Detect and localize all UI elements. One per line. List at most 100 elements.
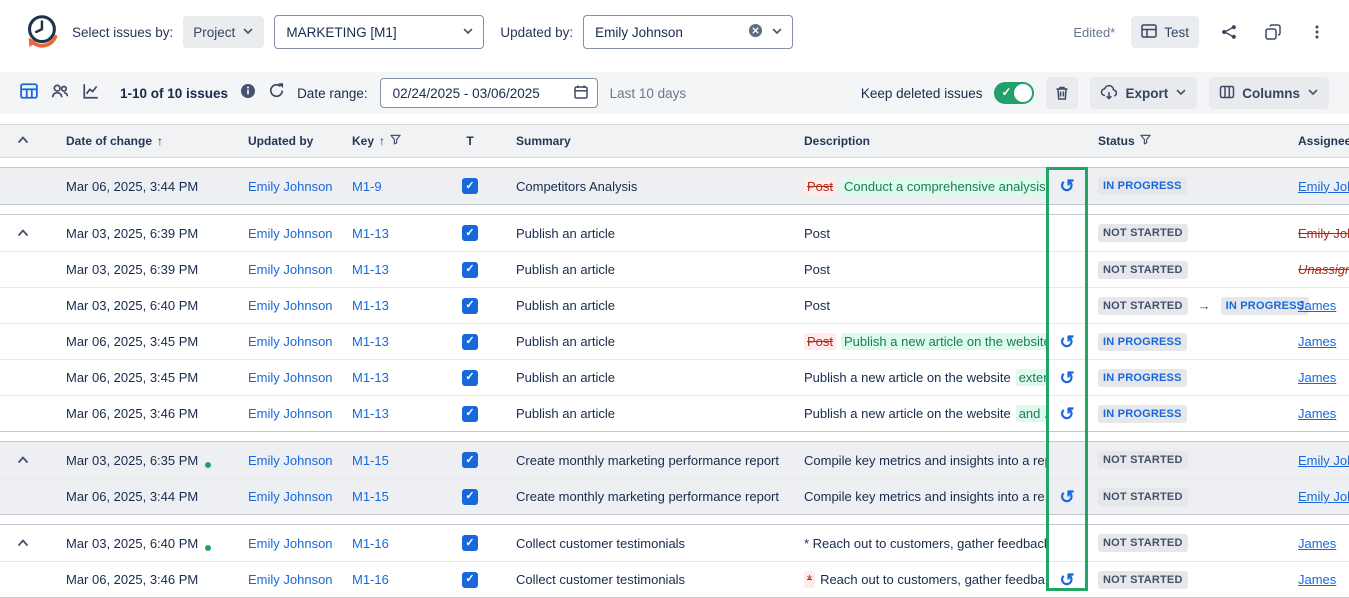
assignee-cell: James	[1284, 572, 1349, 587]
change-date: Mar 06, 2025, 3:45 PM	[66, 370, 198, 385]
chevron-down-icon	[1307, 86, 1319, 101]
change-date: Mar 06, 2025, 3:46 PM	[66, 406, 198, 421]
updated-by-link[interactable]: Emily Johnson	[248, 370, 332, 385]
issue-key-link[interactable]: M1-16	[352, 572, 389, 587]
assignee-value[interactable]: James	[1298, 406, 1336, 421]
updated-by-link[interactable]: Emily Johnson	[248, 179, 332, 194]
change-date: Mar 03, 2025, 6:39 PM	[66, 226, 198, 241]
sort-asc-icon[interactable]: ↑	[157, 134, 163, 148]
row-group: Mar 03, 2025, 6:39 PM Emily Johnson M1-13 ✓…	[0, 214, 1349, 432]
revert-icon[interactable]: ↺	[1059, 177, 1074, 195]
updated-by-link[interactable]: Emily Johnson	[248, 334, 332, 349]
issue-key-link[interactable]: M1-13	[352, 406, 389, 421]
type-cell: ✓	[444, 489, 496, 505]
header-assignee-label: Assignee	[1298, 134, 1349, 148]
status-cell: NOT STARTED	[1088, 488, 1284, 506]
assignee-value[interactable]: Emily Johnson	[1298, 453, 1349, 468]
select-mode-button[interactable]: Project	[183, 16, 264, 48]
collapse-chevron-icon[interactable]	[16, 453, 30, 467]
updated-by-link[interactable]: Emily Johnson	[248, 572, 332, 587]
summary-cell: Collect customer testimonials	[496, 572, 784, 587]
status-badge: IN PROGRESS	[1098, 405, 1187, 423]
summary-cell: Competitors Analysis	[496, 179, 784, 194]
issue-key-link[interactable]: M1-13	[352, 334, 389, 349]
updated-by-link[interactable]: Emily Johnson	[248, 226, 332, 241]
description-segment: Post	[804, 178, 836, 195]
collapse-chevron-icon[interactable]	[16, 226, 30, 240]
revert-icon[interactable]: ↺	[1059, 571, 1074, 589]
issue-key-link[interactable]: M1-15	[352, 489, 389, 504]
issue-key-link[interactable]: M1-16	[352, 536, 389, 551]
chart-view-icon[interactable]	[82, 82, 100, 105]
collapse-all-chevron-icon[interactable]	[16, 133, 30, 150]
date-range-input[interactable]: 02/24/2025 - 03/06/2025	[380, 78, 598, 108]
assignee-cell: Emily Johnson	[1284, 453, 1349, 468]
assignee-value[interactable]: James	[1298, 536, 1336, 551]
assignee-value[interactable]: Emily Johnson	[1298, 489, 1349, 504]
table-row: Mar 03, 2025, 6:35 PMEmily JohnsonM1-15✓…	[0, 442, 1349, 478]
updated-by-select[interactable]: Emily Johnson	[583, 15, 793, 49]
updated-by-link[interactable]: Emily Johnson	[248, 298, 332, 313]
assignee-value[interactable]: James	[1298, 572, 1336, 587]
revert-cell: ↺	[1046, 369, 1088, 387]
date-cell: Mar 06, 2025, 3:46 PM	[46, 406, 228, 421]
assignee-value[interactable]: James	[1298, 298, 1336, 313]
sort-asc-icon[interactable]: ↑	[379, 134, 385, 148]
revert-icon[interactable]: ↺	[1059, 488, 1074, 506]
delete-button[interactable]	[1046, 77, 1078, 109]
share-icon[interactable]	[1215, 18, 1243, 46]
description-segment: Conduct a comprehensive analysis ...	[841, 178, 1046, 195]
updated-by-link[interactable]: Emily Johnson	[248, 406, 332, 421]
filter-icon[interactable]	[1140, 134, 1151, 148]
columns-button[interactable]: Columns	[1209, 77, 1329, 109]
issue-key-link[interactable]: M1-15	[352, 453, 389, 468]
collapse-cell	[0, 536, 46, 550]
revert-icon[interactable]: ↺	[1059, 369, 1074, 387]
table-icon	[1141, 23, 1157, 42]
date-cell: Mar 06, 2025, 3:45 PM	[46, 334, 228, 349]
issue-key-link[interactable]: M1-13	[352, 226, 389, 241]
header-assignee[interactable]: Assignee	[1284, 134, 1349, 148]
header-status[interactable]: Status	[1088, 134, 1284, 148]
assignee-value[interactable]: Emily Johnson	[1298, 179, 1349, 194]
table-view-icon[interactable]	[20, 82, 38, 105]
updated-by-link[interactable]: Emily Johnson	[248, 453, 332, 468]
revert-icon[interactable]: ↺	[1059, 333, 1074, 351]
issue-key-link[interactable]: M1-13	[352, 370, 389, 385]
more-menu-icon[interactable]	[1303, 18, 1331, 46]
clear-icon[interactable]	[748, 23, 763, 41]
refresh-icon[interactable]	[268, 82, 285, 104]
header-type[interactable]: T	[444, 134, 496, 148]
header-updated-by[interactable]: Updated by	[228, 134, 332, 148]
header-key[interactable]: Key ↑	[332, 134, 444, 148]
chevron-down-icon	[242, 25, 254, 40]
keep-deleted-toggle[interactable]: ✓	[994, 82, 1034, 104]
saved-view-button[interactable]: Test	[1131, 16, 1199, 48]
assignee-value[interactable]: James	[1298, 370, 1336, 385]
header-summary[interactable]: Summary	[496, 134, 784, 148]
calendar-icon[interactable]	[573, 84, 589, 103]
issue-key-link[interactable]: M1-9	[352, 179, 382, 194]
assignee-value[interactable]: James	[1298, 334, 1336, 349]
updated-by-link[interactable]: Emily Johnson	[248, 536, 332, 551]
description-cell: *Reach out to customers, gather feedba..…	[784, 571, 1046, 588]
description-segment: Publish a new article on the website	[804, 406, 1011, 421]
export-button[interactable]: Export	[1090, 77, 1197, 109]
type-cell: ✓	[444, 334, 496, 350]
issue-key-link[interactable]: M1-13	[352, 262, 389, 277]
updated-by-link[interactable]: Emily Johnson	[248, 262, 332, 277]
description-cell: PostPublish a new article on the website…	[784, 333, 1046, 350]
info-icon[interactable]	[240, 83, 256, 104]
header-date-of-change[interactable]: Date of change ↑	[46, 134, 228, 148]
filter-icon[interactable]	[390, 134, 401, 148]
revert-icon[interactable]: ↺	[1059, 405, 1074, 423]
collapse-chevron-icon[interactable]	[16, 536, 30, 550]
updated-by-link[interactable]: Emily Johnson	[248, 489, 332, 504]
collapse-all-cell[interactable]	[0, 133, 46, 150]
table-row: Mar 06, 2025, 3:46 PMEmily JohnsonM1-16✓…	[0, 561, 1349, 597]
issue-key-link[interactable]: M1-13	[352, 298, 389, 313]
project-select[interactable]: MARKETING [M1]	[274, 15, 484, 49]
compare-windows-icon[interactable]	[1259, 18, 1287, 46]
header-description[interactable]: Description	[784, 134, 1046, 148]
users-view-icon[interactable]	[51, 82, 69, 105]
